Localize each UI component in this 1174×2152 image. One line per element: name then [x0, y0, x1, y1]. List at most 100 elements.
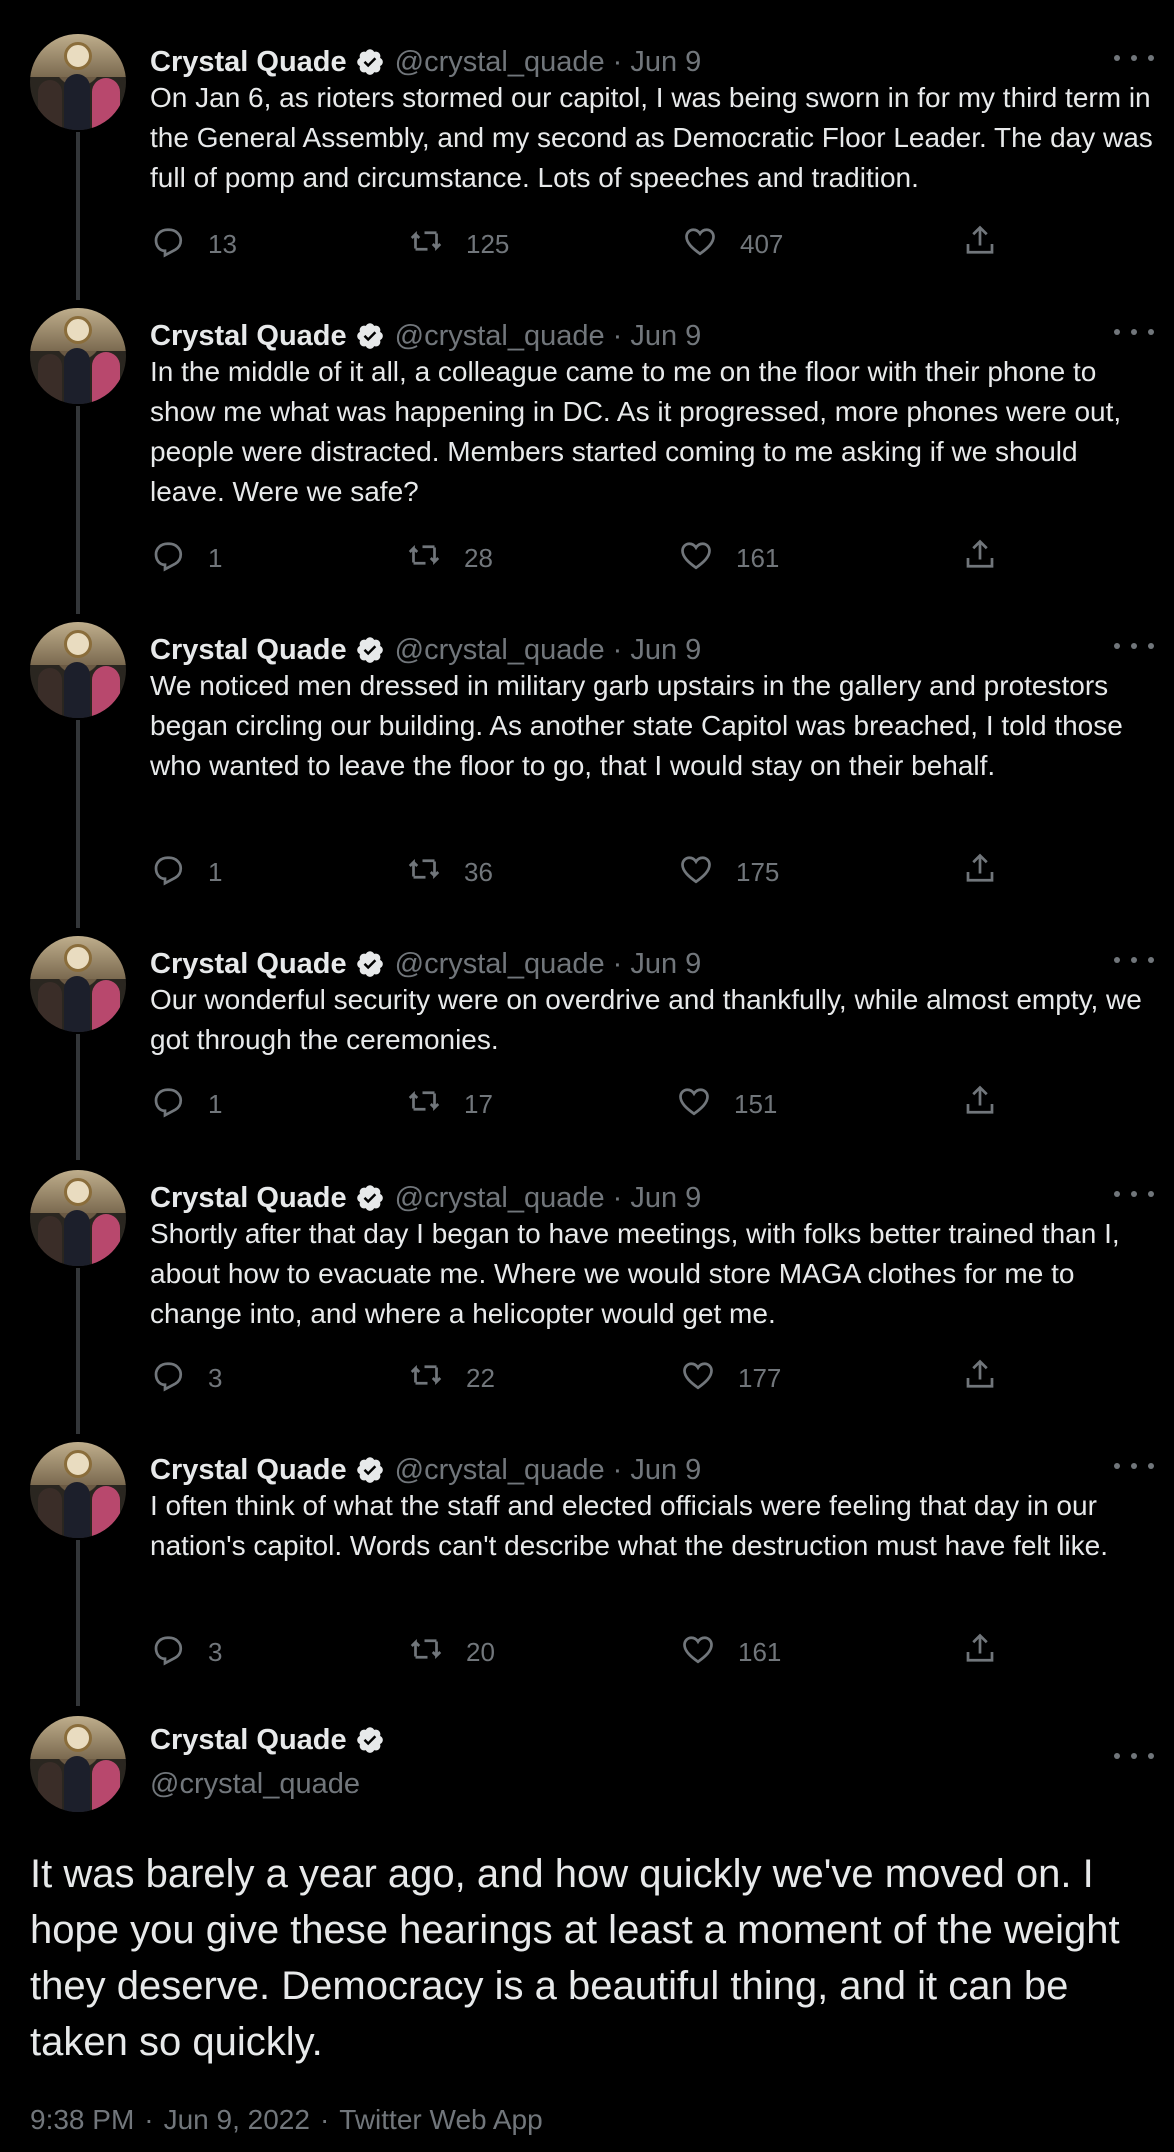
tweet-header: Crystal Quade @crystal_quade · Jun 9: [150, 1450, 701, 1490]
like-button[interactable]: 175: [678, 850, 779, 894]
share-icon: [962, 851, 1020, 894]
retweet-button[interactable]: 125: [408, 222, 509, 266]
like-icon: [682, 223, 740, 266]
author-handle[interactable]: @crystal_quade: [395, 1182, 605, 1215]
author-handle[interactable]: @crystal_quade: [395, 948, 605, 981]
retweet-button[interactable]: 20: [408, 1630, 495, 1674]
author-handle[interactable]: @crystal_quade: [395, 46, 605, 79]
thread-line: [76, 132, 80, 300]
author-name[interactable]: Crystal Quade: [150, 1454, 347, 1487]
more-icon[interactable]: [1114, 318, 1154, 346]
share-button[interactable]: [962, 850, 1020, 894]
tweet-thread: Crystal Quade @crystal_quade · Jun 9 On …: [0, 0, 1174, 2152]
like-button[interactable]: 177: [680, 1356, 781, 1400]
like-button[interactable]: 161: [678, 536, 779, 580]
more-icon[interactable]: [1114, 1742, 1154, 1770]
reply-button[interactable]: 1: [150, 850, 222, 894]
more-icon[interactable]: [1114, 946, 1154, 974]
author-handle[interactable]: @crystal_quade: [395, 1454, 605, 1487]
retweet-button[interactable]: 36: [406, 850, 493, 894]
retweet-count: 36: [464, 856, 493, 887]
avatar[interactable]: [30, 1716, 126, 1812]
more-icon[interactable]: [1114, 1452, 1154, 1480]
like-icon: [676, 1083, 734, 1126]
retweet-count: 28: [464, 542, 493, 573]
author-handle[interactable]: @crystal_quade: [395, 320, 605, 353]
share-button[interactable]: [962, 1082, 1020, 1126]
author-name[interactable]: Crystal Quade: [150, 948, 347, 981]
avatar[interactable]: [30, 34, 126, 130]
verified-icon: [355, 1455, 385, 1485]
tweet-date[interactable]: Jun 9: [630, 320, 701, 353]
reply-button[interactable]: 3: [150, 1630, 222, 1674]
share-icon: [962, 1357, 1020, 1400]
share-button[interactable]: [962, 222, 1020, 266]
reply-button[interactable]: 3: [150, 1356, 222, 1400]
author-name[interactable]: Crystal Quade: [150, 1182, 347, 1215]
tweet-date[interactable]: Jun 9: [630, 948, 701, 981]
share-button[interactable]: [962, 1630, 1020, 1674]
retweet-button[interactable]: 17: [406, 1082, 493, 1126]
author-name[interactable]: Crystal Quade: [150, 634, 347, 667]
like-count: 151: [734, 1088, 778, 1119]
retweet-count: 20: [466, 1636, 495, 1667]
share-icon: [962, 223, 1020, 266]
retweet-icon: [408, 223, 466, 266]
like-button[interactable]: 407: [682, 222, 783, 266]
reply-count: 3: [208, 1636, 223, 1667]
tweet-text: In the middle of it all, a colleague cam…: [150, 356, 1122, 507]
author-name[interactable]: Crystal Quade: [150, 1724, 347, 1757]
like-count: 161: [738, 1636, 782, 1667]
tweet-header: Crystal Quade @crystal_quade · Jun 9: [150, 1178, 701, 1218]
avatar[interactable]: [30, 308, 126, 404]
author-handle[interactable]: @crystal_quade: [150, 1764, 360, 1804]
thread-line: [76, 1540, 80, 1706]
tweet-actions: 3 20 161: [150, 1630, 1030, 1674]
more-icon[interactable]: [1114, 1180, 1154, 1208]
tweet-date[interactable]: Jun 9: [630, 634, 701, 667]
tweet-source[interactable]: Twitter Web App: [339, 2104, 542, 2135]
retweet-button[interactable]: 22: [408, 1356, 495, 1400]
avatar[interactable]: [30, 1442, 126, 1538]
retweet-button[interactable]: 28: [406, 536, 493, 580]
avatar[interactable]: [30, 936, 126, 1032]
more-icon[interactable]: [1114, 44, 1154, 72]
like-button[interactable]: 161: [680, 1630, 781, 1674]
reply-icon: [150, 537, 208, 580]
tweet-date[interactable]: Jun 9: [630, 46, 701, 79]
separator: ·: [612, 947, 623, 980]
like-icon: [678, 851, 736, 894]
author-name[interactable]: Crystal Quade: [150, 46, 347, 79]
reply-button[interactable]: 1: [150, 1082, 222, 1126]
separator: ·: [612, 1453, 623, 1486]
tweet-header: Crystal Quade @crystal_quade · Jun 9: [150, 42, 701, 82]
more-icon[interactable]: [1114, 632, 1154, 660]
reply-button[interactable]: 1: [150, 536, 222, 580]
separator: ·: [319, 2104, 330, 2135]
reply-icon: [150, 1083, 208, 1126]
avatar[interactable]: [30, 622, 126, 718]
verified-icon: [355, 1725, 385, 1755]
tweet-date[interactable]: Jun 9: [630, 1182, 701, 1215]
like-count: 177: [738, 1362, 782, 1393]
tweet-actions: 1 36 175: [150, 850, 1030, 894]
tweet-full-date[interactable]: Jun 9, 2022: [164, 2104, 310, 2135]
tweet-actions: 1 17 151: [150, 1082, 1030, 1126]
tweet-time[interactable]: 9:38 PM: [30, 2104, 134, 2135]
share-button[interactable]: [962, 536, 1020, 580]
reply-count: 1: [208, 856, 223, 887]
verified-icon: [355, 1183, 385, 1213]
tweet-date[interactable]: Jun 9: [630, 1454, 701, 1487]
author-handle[interactable]: @crystal_quade: [395, 634, 605, 667]
share-icon: [962, 537, 1020, 580]
share-button[interactable]: [962, 1356, 1020, 1400]
thread-line: [76, 1034, 80, 1160]
thread-line: [76, 406, 80, 614]
verified-icon: [355, 321, 385, 351]
author-name[interactable]: Crystal Quade: [150, 320, 347, 353]
like-button[interactable]: 151: [676, 1082, 777, 1126]
reply-button[interactable]: 13: [150, 222, 237, 266]
retweet-icon: [406, 851, 464, 894]
avatar[interactable]: [30, 1170, 126, 1266]
separator: ·: [612, 45, 623, 78]
